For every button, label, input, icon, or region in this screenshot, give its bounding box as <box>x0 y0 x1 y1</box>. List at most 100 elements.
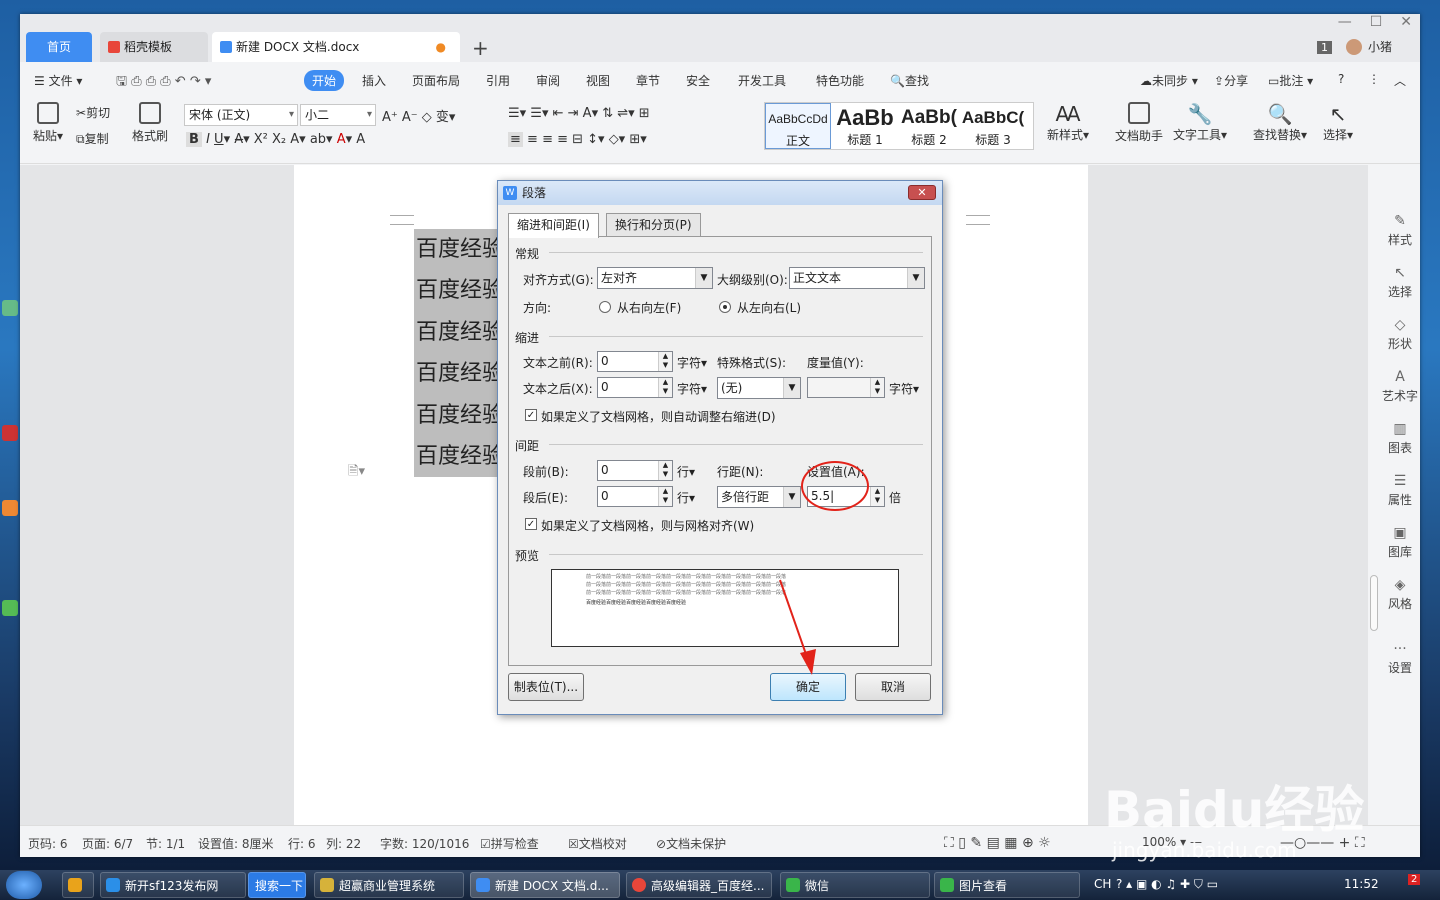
dialog-close-button[interactable]: ✕ <box>908 185 936 200</box>
menu-developer[interactable]: 开发工具 <box>738 72 786 89</box>
spinner-arrows-icon[interactable]: ▲ ▼ <box>870 378 884 397</box>
spinner-arrows-icon[interactable]: ▲ ▼ <box>658 461 672 480</box>
tabs-button[interactable]: 制表位(T)... <box>508 673 584 701</box>
minimize-button[interactable]: — <box>1338 14 1352 30</box>
desktop-icon[interactable] <box>2 500 18 516</box>
paragraph-list-icons[interactable]: ☰▾ ☰▾ ⇤ ⇥ A▾ ⇅ ⇌▾ ⊞ <box>508 106 650 121</box>
dialog-titlebar[interactable]: W 段落 ✕ <box>498 181 942 205</box>
status-page[interactable]: 页面: 6/7 <box>82 835 133 852</box>
comment-button[interactable]: ▭批注 ▾ <box>1268 72 1313 89</box>
tab-home[interactable]: 首页 <box>26 32 92 62</box>
measure-input[interactable]: ▲ ▼ <box>807 377 885 398</box>
panel-property[interactable]: ☰ 属性 <box>1380 473 1420 508</box>
special-format-select[interactable]: (无) ▼ <box>717 377 801 399</box>
scroll-thumb[interactable] <box>1370 575 1378 631</box>
text-tool-button[interactable]: 🔧 文字工具▾ <box>1170 102 1230 143</box>
unit-char-dropdown[interactable]: 字符▾ <box>677 354 707 371</box>
snap-grid-checkbox[interactable]: ✓ <box>525 518 537 530</box>
new-tab-button[interactable]: + <box>472 36 489 60</box>
unit-line-dropdown[interactable]: 行▾ <box>677 489 695 506</box>
status-setting[interactable]: 设置值: 8厘米 <box>198 835 274 852</box>
input-language[interactable]: CH <box>1094 877 1111 891</box>
desktop-icon[interactable] <box>2 425 18 441</box>
taskbar-app-icon[interactable] <box>62 872 94 898</box>
align-select[interactable]: 左对齐 ▼ <box>597 267 713 289</box>
menu-layout[interactable]: 页面布局 <box>412 72 460 89</box>
panel-art-text[interactable]: A 艺术字 <box>1380 369 1420 404</box>
protect-button[interactable]: ⊘文档未保护 <box>656 835 726 852</box>
desktop-icon[interactable] <box>2 300 18 316</box>
after-text-input[interactable]: 0 ▲ ▼ <box>597 377 673 398</box>
select-button[interactable]: ↖ 选择▾ <box>1318 102 1358 143</box>
menu-start[interactable]: 开始 <box>304 70 345 91</box>
format-painter-button[interactable]: 格式刷 <box>128 102 172 144</box>
avatar[interactable] <box>1345 39 1362 55</box>
maximize-button[interactable]: ☐ <box>1370 14 1383 30</box>
menu-special[interactable]: 特色功能 <box>816 72 864 89</box>
font-family-select[interactable]: 宋体 (正文) <box>184 104 298 126</box>
cut-button[interactable]: ✂剪切 <box>76 104 110 121</box>
unit-char-dropdown[interactable]: 字符▾ <box>889 380 919 397</box>
new-style-button[interactable]: Ꜳ 新样式▾ <box>1042 102 1094 143</box>
taskbar-item[interactable]: 超赢商业管理系统 <box>314 872 464 898</box>
taskbar-item[interactable]: 新开sf123发布网 <box>100 872 246 898</box>
file-menu[interactable]: ☰ 文件 ▾ <box>34 72 82 89</box>
taskbar-item[interactable]: 新建 DOCX 文档.d... <box>470 872 620 898</box>
taskbar-item[interactable]: 图片查看 <box>934 872 1080 898</box>
style-normal[interactable]: AaBbCcDd 正文 <box>765 103 831 149</box>
paragraph-layout-icon[interactable]: 🗎▾ <box>348 462 365 484</box>
copy-button[interactable]: ⧉复制 <box>76 130 109 147</box>
panel-shape[interactable]: ◇ 形状 <box>1380 317 1420 352</box>
user-area[interactable]: 1 小猪 <box>1316 38 1392 55</box>
indent-grid-checkbox[interactable]: ✓ <box>525 409 537 421</box>
doc-helper-button[interactable]: 文档助手 <box>1112 102 1166 144</box>
quick-access-icons[interactable]: 🖫 ⎙ ⎙ ⎙ ↶ ↷ ▾ <box>116 72 211 94</box>
start-button[interactable] <box>6 871 42 899</box>
spinner-arrows-icon[interactable]: ▲ ▼ <box>870 487 884 506</box>
unit-line-dropdown[interactable]: 行▾ <box>677 463 695 480</box>
menu-security[interactable]: 安全 <box>686 72 710 89</box>
close-button[interactable]: ✕ <box>1400 14 1412 30</box>
proofread-button[interactable]: ☒文档校对 <box>568 835 627 852</box>
tab-line-page-break[interactable]: 换行和分页(P) <box>606 213 701 237</box>
taskbar-item[interactable]: 微信 <box>780 872 930 898</box>
menu-search[interactable]: 🔍查找 <box>890 72 929 89</box>
menu-view[interactable]: 视图 <box>586 72 610 89</box>
notification-badge[interactable]: 2 <box>1408 874 1421 885</box>
status-words[interactable]: 字数: 120/1016 <box>380 835 469 852</box>
taskbar-item[interactable]: 高级编辑器_百度经... <box>626 872 772 898</box>
style-heading1[interactable]: AaBb 标题 1 <box>833 103 897 149</box>
menu-chapter[interactable]: 章节 <box>636 72 660 89</box>
spell-check-button[interactable]: ☑拼写检查 <box>480 835 539 852</box>
font-size-select[interactable]: 小二 <box>300 104 376 126</box>
after-para-input[interactable]: 0 ▲ ▼ <box>597 486 673 507</box>
panel-theme[interactable]: ◈ 风格 <box>1380 577 1420 612</box>
unit-char-dropdown[interactable]: 字符▾ <box>677 380 707 397</box>
clock[interactable]: 11:52 <box>1344 877 1379 891</box>
find-replace-button[interactable]: 🔍 查找替换▾ <box>1250 102 1310 143</box>
before-text-input[interactable]: 0 ▲ ▼ <box>597 351 673 372</box>
before-para-input[interactable]: 0 ▲ ▼ <box>597 460 673 481</box>
sync-button[interactable]: ☁未同步 ▾ <box>1140 72 1198 89</box>
panel-select[interactable]: ↖ 选择 <box>1380 265 1420 300</box>
vertical-scrollbar[interactable] <box>1368 165 1380 825</box>
desktop-icon[interactable] <box>2 600 18 616</box>
menu-review[interactable]: 审阅 <box>536 72 560 89</box>
tab-document[interactable]: 新建 DOCX 文档.docx ● <box>212 32 460 62</box>
spinner-arrows-icon[interactable]: ▲ ▼ <box>658 352 672 371</box>
ltr-radio[interactable] <box>719 301 731 313</box>
taskbar-search-button[interactable]: 搜索一下 <box>248 872 306 898</box>
tray-icons[interactable]: ? ▴ ▣ ◐ ♫ ✚ ⛉ ▭ <box>1116 877 1218 892</box>
share-button[interactable]: ⇪分享 <box>1214 72 1248 89</box>
style-heading2[interactable]: AaBb(标题 2 <box>897 103 961 149</box>
font-format-icons[interactable]: B I U▾ A̶▾ X² X₂ A▾ ab▾ A▾ A <box>186 132 365 147</box>
view-mode-icons[interactable]: ⛶ ▯ ✎ ▤ ▦ ⊕ ☼ <box>944 835 1051 851</box>
help-icon[interactable]: ? <box>1338 72 1344 86</box>
paragraph-align-icons[interactable]: ≡ ≡ ≡ ≡ ⊟ ↕▾ ◇▾ ⊞▾ <box>508 132 647 147</box>
spinner-arrows-icon[interactable]: ▲ ▼ <box>658 487 672 506</box>
outline-select[interactable]: 正文文本 ▼ <box>789 267 925 289</box>
font-grow-shrink-icons[interactable]: A⁺ A⁻ ◇ 变▾ <box>382 106 455 125</box>
panel-settings[interactable]: ··· 设置 <box>1380 641 1420 676</box>
panel-chart[interactable]: ▥ 图表 <box>1380 421 1420 456</box>
line-spacing-select[interactable]: 多倍行距 ▼ <box>717 486 801 508</box>
